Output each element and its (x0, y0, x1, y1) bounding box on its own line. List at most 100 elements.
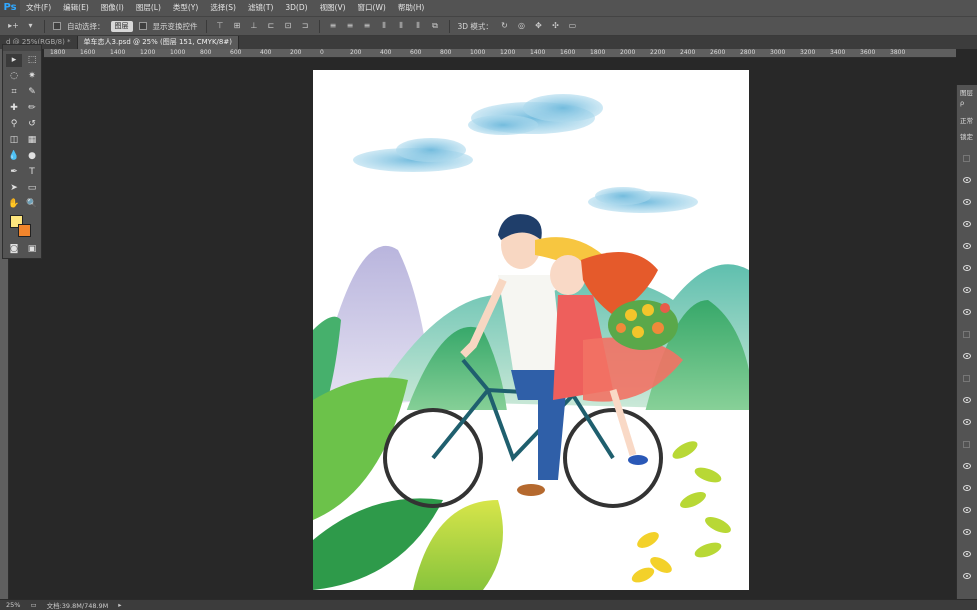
distribute-left-icon[interactable]: ⦀ (379, 21, 390, 31)
gradient-icon[interactable]: ▦ (24, 134, 40, 147)
ruler-label: 800 (200, 49, 212, 56)
ruler-label: 800 (440, 49, 452, 56)
menu-item[interactable]: 3D(D) (279, 0, 313, 16)
auto-select-label: 自动选择： (67, 21, 105, 31)
eyedropper-icon[interactable]: ✎ (24, 86, 40, 99)
menu-item[interactable]: 编辑(E) (57, 0, 95, 16)
layer-visibility-icon[interactable] (963, 287, 971, 293)
status-arrow-icon[interactable]: ▸ (118, 601, 121, 609)
toolbox-grip[interactable] (3, 45, 41, 51)
type-icon[interactable]: T (24, 166, 40, 179)
layer-visibility-icon[interactable] (963, 397, 971, 403)
lasso-icon[interactable]: ◌ (6, 70, 22, 83)
toolbox-panel: ◙ ▣ ▸ ⬚ ◌ ✷ ⌗ ✎ ✚ ✏ ⚲ ↺ ◫ ▦ 💧 ● ✒ T ➤ ▭ ✋ 🔍 (2, 44, 42, 259)
layer-visibility-icon[interactable] (963, 331, 970, 338)
layer-visibility-icon[interactable] (963, 221, 971, 227)
ruler-label: 1400 (110, 49, 126, 56)
stamp-icon[interactable]: ⚲ (6, 118, 22, 131)
ruler-label: 0 (320, 49, 324, 56)
eraser-icon[interactable]: ◫ (6, 134, 22, 147)
layer-visibility-icon[interactable] (963, 551, 971, 557)
move-tool-preset-icon[interactable]: ▸+ (8, 21, 19, 31)
ruler-label: 2800 (740, 49, 756, 56)
distribute-top-icon[interactable]: ≡ (328, 21, 339, 31)
menu-item[interactable]: 滤镜(T) (242, 0, 279, 16)
menu-item[interactable]: 帮助(H) (392, 0, 431, 16)
auto-select-checkbox[interactable] (53, 22, 61, 30)
layer-visibility-icon[interactable] (963, 265, 971, 271)
blend-mode-dropdown[interactable]: 正常 (960, 115, 973, 125)
ruler-label: 1600 (560, 49, 576, 56)
photoshop-window: Ps 文件(F) 编辑(E) 图像(I) 图层(L) 类型(Y) 选择(S) 滤镜(T) 3D… (0, 0, 977, 610)
menu-item[interactable]: 视图(V) (314, 0, 352, 16)
align-vcenter-icon[interactable]: ⊞ (232, 21, 243, 31)
path-select-icon[interactable]: ➤ (6, 182, 22, 195)
move-icon[interactable]: ▸ (6, 54, 22, 67)
layer-visibility-icon[interactable] (963, 243, 971, 249)
magic-wand-icon[interactable]: ✷ (24, 70, 40, 83)
menu-item[interactable]: 窗口(W) (352, 0, 392, 16)
ruler-label: 2600 (710, 49, 726, 56)
zoom-icon[interactable]: 🔍 (24, 198, 40, 211)
quick-mask-icon[interactable]: ◙ (6, 243, 22, 256)
history-brush-icon[interactable]: ↺ (24, 118, 40, 131)
rotate-3d-icon[interactable]: ↻ (499, 21, 510, 31)
layers-search-icon[interactable]: ρ (960, 99, 964, 107)
ruler-label: 400 (260, 49, 272, 56)
shape-icon[interactable]: ▭ (24, 182, 40, 195)
document-canvas[interactable] (313, 70, 749, 590)
layer-visibility-icon[interactable] (963, 177, 971, 183)
pen-icon[interactable]: ✒ (6, 166, 22, 179)
align-top-icon[interactable]: ⊤ (215, 21, 226, 31)
layer-visibility-icon[interactable] (963, 441, 970, 448)
zoom-level[interactable]: 25% (6, 601, 20, 609)
layer-visibility-icon[interactable] (963, 463, 971, 469)
status-icon[interactable]: ▭ (30, 601, 36, 609)
healing-icon[interactable]: ✚ (6, 102, 22, 115)
menu-item[interactable]: 选择(S) (204, 0, 242, 16)
layer-visibility-icon[interactable] (963, 573, 971, 579)
layer-visibility-icon[interactable] (963, 507, 971, 513)
drag-3d-icon[interactable]: ✥ (533, 21, 544, 31)
layer-visibility-icon[interactable] (963, 375, 970, 382)
auto-select-dropdown[interactable]: 图层 (110, 20, 133, 32)
dodge-icon[interactable]: ● (24, 150, 40, 163)
blur-icon[interactable]: 💧 (6, 150, 22, 163)
menu-item[interactable]: 文件(F) (20, 0, 57, 16)
menu-item[interactable]: 图层(L) (130, 0, 167, 16)
crop-icon[interactable]: ⌗ (6, 86, 22, 99)
show-transform-checkbox[interactable] (138, 22, 147, 30)
layer-visibility-icon[interactable] (963, 199, 971, 205)
layer-visibility-icon[interactable] (963, 419, 971, 425)
menu-item[interactable]: 图像(I) (95, 0, 130, 16)
layer-visibility-icon[interactable] (963, 155, 970, 162)
marquee-icon[interactable]: ⬚ (24, 54, 40, 67)
distribute-hcenter-icon[interactable]: ⦀ (396, 21, 407, 31)
cloud (353, 94, 698, 213)
layer-visibility-icon[interactable] (963, 529, 971, 535)
screen-mode-icon[interactable]: ▣ (24, 243, 40, 256)
slide-3d-icon[interactable]: ✣ (550, 21, 561, 31)
document-tab[interactable]: 单车恋人3.psd @ 25% (图层 151, CMYK/8#) (77, 36, 239, 49)
layer-visibility-icon[interactable] (963, 353, 971, 359)
distribute-vcenter-icon[interactable]: ≡ (345, 21, 356, 31)
align-left-icon[interactable]: ⊏ (266, 21, 277, 31)
ruler-label: 1200 (140, 49, 156, 56)
hand-icon[interactable]: ✋ (6, 198, 22, 211)
background-color-swatch[interactable] (18, 224, 31, 237)
distribute-right-icon[interactable]: ⦀ (413, 21, 424, 31)
scale-3d-icon[interactable]: ▭ (567, 21, 578, 31)
ruler-label: 600 (230, 49, 242, 56)
align-bottom-icon[interactable]: ⊥ (249, 21, 260, 31)
auto-align-icon[interactable]: ⧉ (430, 21, 441, 31)
layer-visibility-icon[interactable] (963, 309, 971, 315)
distribute-bottom-icon[interactable]: ≡ (362, 21, 373, 31)
align-right-icon[interactable]: ⊐ (300, 21, 311, 31)
chevron-down-icon[interactable]: ▾ (25, 21, 36, 31)
menu-item[interactable]: 类型(Y) (167, 0, 204, 16)
align-hcenter-icon[interactable]: ⊡ (283, 21, 294, 31)
roll-3d-icon[interactable]: ◎ (516, 21, 527, 31)
brush-icon[interactable]: ✏ (24, 102, 40, 115)
ruler-label: 200 (290, 49, 302, 56)
layer-visibility-icon[interactable] (963, 485, 971, 491)
